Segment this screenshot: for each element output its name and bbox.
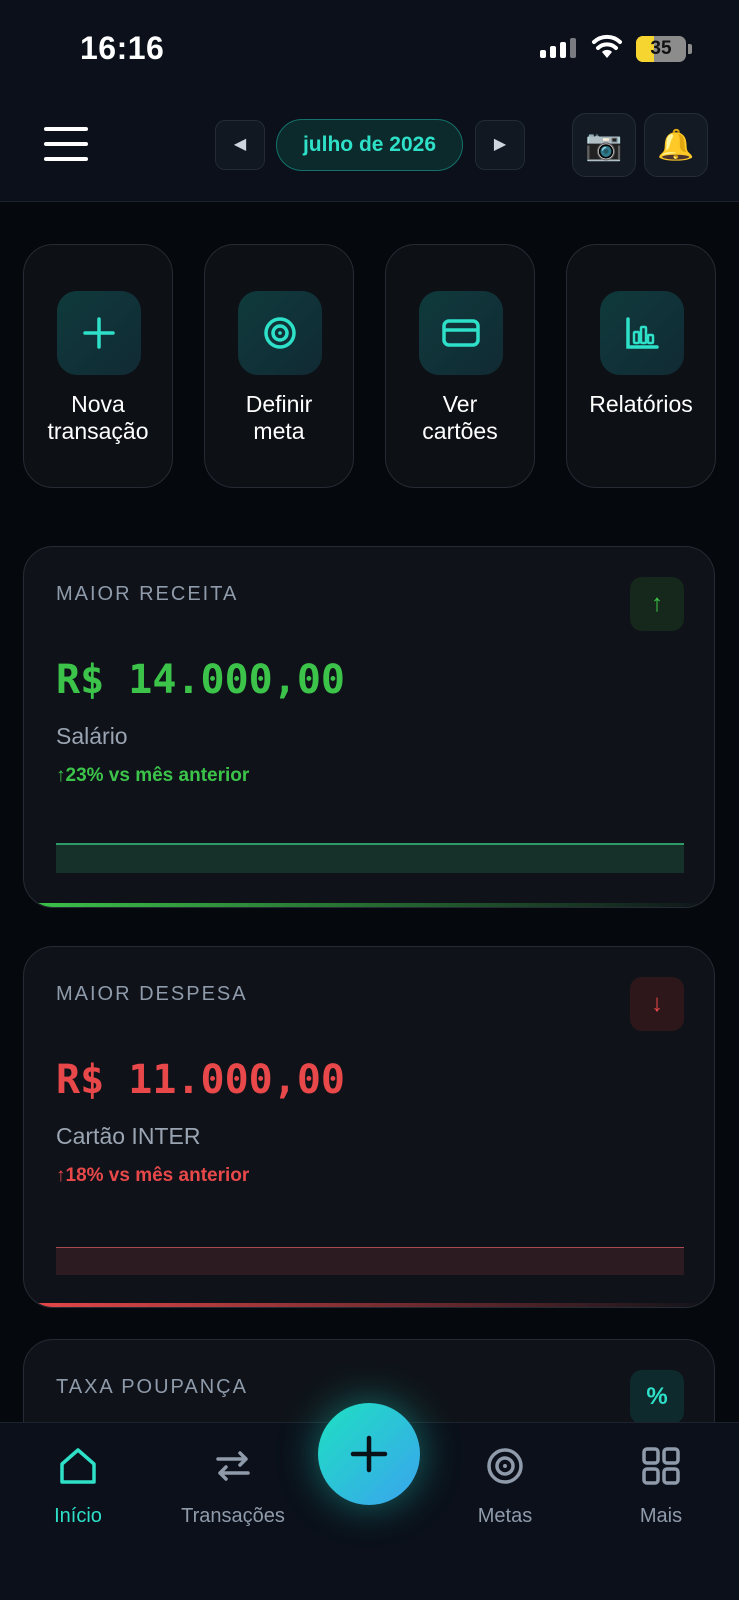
grid-icon xyxy=(642,1447,680,1485)
card-label: TAXA POUPANÇA xyxy=(56,1376,248,1398)
add-transaction-fab[interactable] xyxy=(318,1403,420,1505)
quick-action-icon-box xyxy=(600,291,684,375)
home-icon xyxy=(60,1448,96,1484)
camera-button[interactable]: 📷 xyxy=(572,113,636,177)
month-selector[interactable]: julho de 2026 xyxy=(276,119,463,171)
wifi-icon xyxy=(592,34,622,58)
nav-item-more[interactable]: Mais xyxy=(586,1423,736,1543)
arrow-up-icon: ↑ xyxy=(630,577,684,631)
nav-item-home[interactable]: Início xyxy=(3,1423,153,1543)
card-accent-line xyxy=(24,903,714,907)
cellular-signal-icon xyxy=(540,38,576,58)
target-icon xyxy=(264,317,296,349)
quick-action-label: Definir meta xyxy=(245,391,313,444)
credit-card-icon xyxy=(442,319,480,347)
bell-icon: 🔔 xyxy=(657,128,695,162)
income-source: Salário xyxy=(56,723,128,749)
nav-label: Início xyxy=(54,1505,102,1527)
status-time: 16:16 xyxy=(80,30,165,66)
expense-change: ↑18% vs mês anterior xyxy=(56,1165,250,1186)
battery-level: 35 xyxy=(650,38,672,59)
quick-action-new-transaction[interactable]: Nova transação xyxy=(23,244,173,488)
income-value: R$ 14.000,00 xyxy=(56,657,345,703)
quick-action-icon-box xyxy=(419,291,503,375)
percent-icon: % xyxy=(630,1370,684,1424)
quick-action-icon-box xyxy=(238,291,322,375)
quick-action-icon-box xyxy=(57,291,141,375)
nav-item-transactions[interactable]: Transações xyxy=(158,1423,308,1543)
card-label: MAIOR DESPESA xyxy=(56,983,248,1005)
quick-action-label: Ver cartões xyxy=(422,391,498,444)
plus-icon xyxy=(350,1435,388,1473)
arrow-down-icon: ↓ xyxy=(630,977,684,1031)
next-month-button[interactable]: ▶ xyxy=(475,120,525,170)
status-bar: 16:16 35 xyxy=(0,0,739,100)
card-accent-line xyxy=(24,1303,714,1307)
income-change: ↑23% vs mês anterior xyxy=(56,765,250,786)
expense-source: Cartão INTER xyxy=(56,1123,201,1149)
nav-item-goals[interactable]: Metas xyxy=(430,1423,580,1543)
plus-icon xyxy=(83,317,115,349)
app-screen: 16:16 35 ◀ julho de 2026 ▶ 📷 🔔 Nova tran… xyxy=(0,0,739,1600)
top-income-card[interactable]: MAIOR RECEITA ↑ R$ 14.000,00 Salário ↑23… xyxy=(23,546,715,908)
nav-label: Metas xyxy=(477,1505,533,1527)
top-expense-card[interactable]: MAIOR DESPESA ↓ R$ 11.000,00 Cartão INTE… xyxy=(23,946,715,1308)
bar-chart-icon xyxy=(626,317,659,349)
camera-icon: 📷 xyxy=(585,128,623,162)
income-sparkline xyxy=(56,843,684,873)
target-icon xyxy=(487,1448,523,1484)
quick-action-label: Nova transação xyxy=(47,391,149,444)
quick-action-view-cards[interactable]: Ver cartões xyxy=(385,244,535,488)
nav-label: Transações xyxy=(181,1505,285,1527)
quick-action-set-goal[interactable]: Definir meta xyxy=(204,244,354,488)
prev-month-button[interactable]: ◀ xyxy=(215,120,265,170)
expense-sparkline xyxy=(56,1247,684,1275)
quick-action-reports[interactable]: Relatórios xyxy=(566,244,716,488)
quick-action-label: Relatórios xyxy=(589,391,693,417)
menu-icon[interactable] xyxy=(44,127,88,161)
notifications-button[interactable]: 🔔 xyxy=(644,113,708,177)
swap-icon xyxy=(216,1451,250,1481)
app-header: ◀ julho de 2026 ▶ 📷 🔔 xyxy=(0,100,739,202)
expense-value: R$ 11.000,00 xyxy=(56,1057,345,1103)
nav-label: Mais xyxy=(639,1505,683,1527)
battery-icon: 35 xyxy=(636,36,686,62)
card-label: MAIOR RECEITA xyxy=(56,583,239,605)
battery-tip xyxy=(688,44,692,54)
